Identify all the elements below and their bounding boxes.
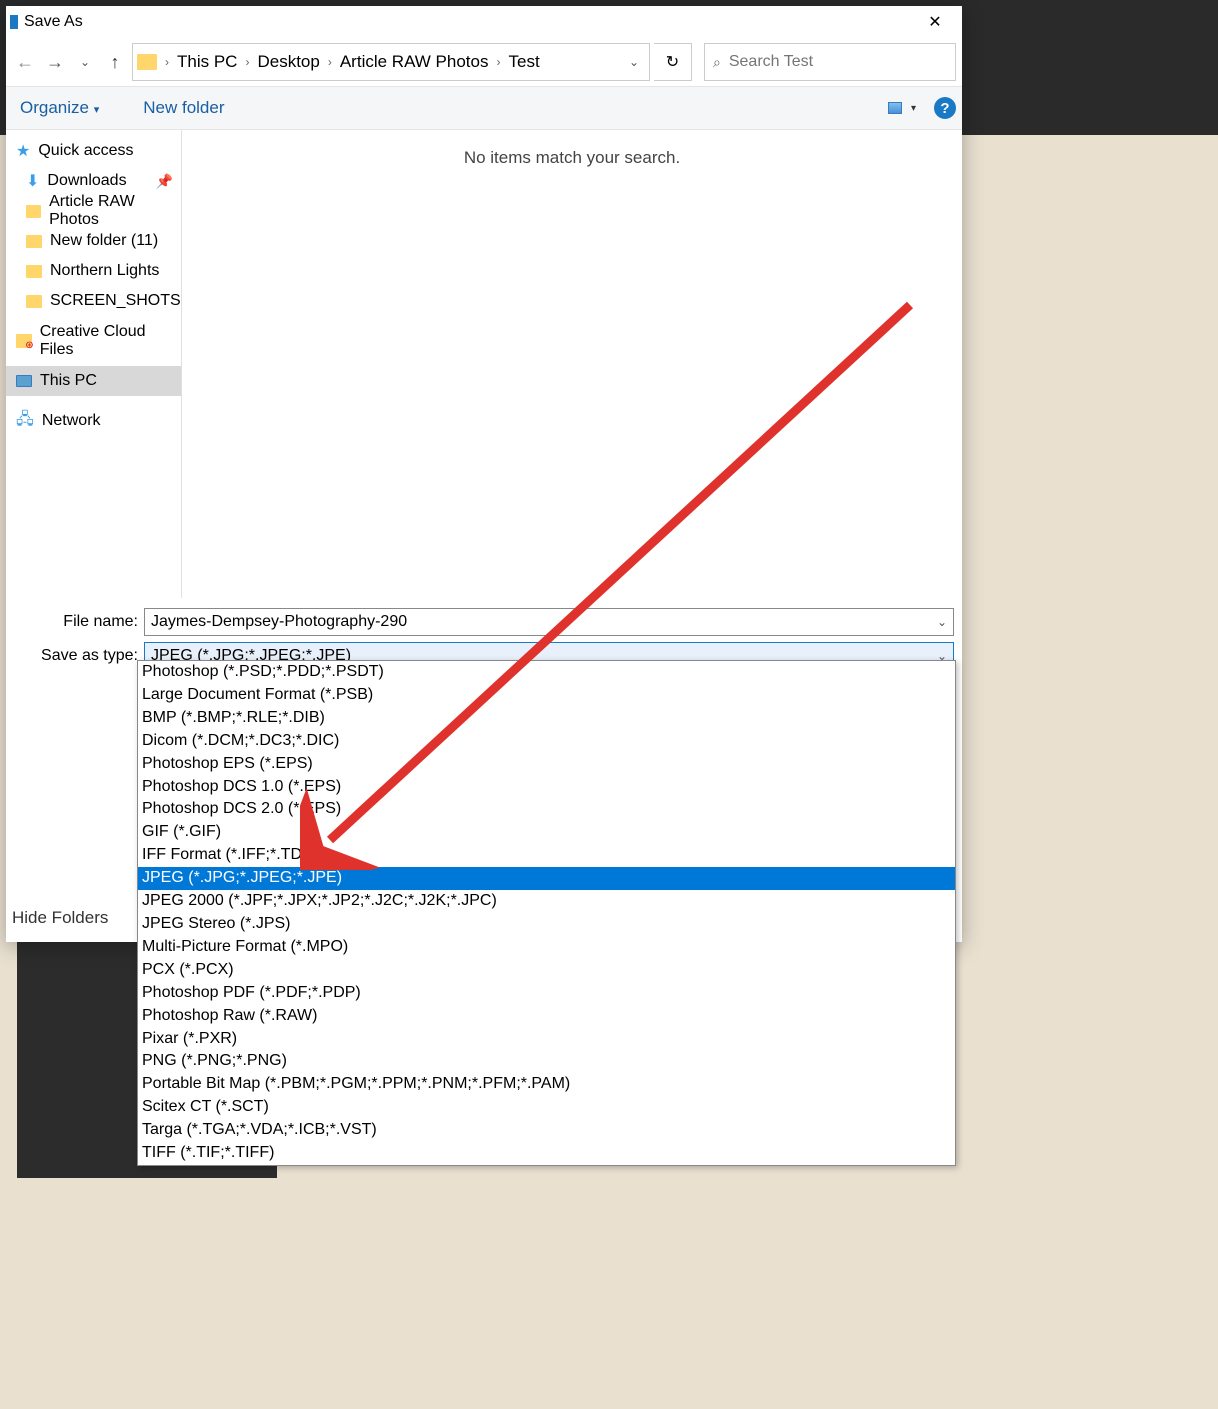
search-icon: ⌕	[713, 54, 721, 71]
sidebar-article-raw[interactable]: Article RAW Photos	[6, 196, 181, 226]
body-area: ★ Quick access ⬇ Downloads 📌 Article RAW…	[6, 130, 962, 598]
save-type-label: Save as type:	[14, 647, 144, 665]
file-list-pane: No items match your search.	[182, 130, 962, 598]
type-option[interactable]: Photoshop Raw (*.RAW)	[138, 1005, 955, 1028]
breadcrumb-segment[interactable]: Desktop	[253, 50, 323, 74]
folder-icon	[137, 54, 157, 70]
type-option[interactable]: Photoshop DCS 1.0 (*.EPS)	[138, 776, 955, 799]
app-icon	[10, 15, 18, 29]
organize-menu[interactable]: Organize ▾	[12, 94, 107, 122]
view-button[interactable]	[881, 96, 909, 120]
sidebar-item-label: Article RAW Photos	[49, 193, 181, 229]
sidebar-item-label: Northern Lights	[50, 262, 159, 280]
sidebar-item-label: New folder (11)	[50, 232, 158, 250]
window-title: Save As	[24, 13, 83, 31]
type-option[interactable]: Dicom (*.DCM;*.DC3;*.DIC)	[138, 730, 955, 753]
type-option[interactable]: Multi-Picture Format (*.MPO)	[138, 936, 955, 959]
file-name-value: Jaymes-Dempsey-Photography-290	[151, 613, 407, 631]
hide-folders-button[interactable]: Hide Folders	[12, 908, 108, 928]
view-dropdown[interactable]: ▾	[911, 103, 916, 114]
organize-label: Organize	[20, 98, 89, 117]
chevron-down-icon[interactable]: ⌄	[937, 615, 947, 629]
close-button[interactable]: ✕	[912, 6, 958, 38]
folder-icon	[26, 205, 41, 218]
recent-dropdown[interactable]: ⌄	[72, 46, 98, 78]
sidebar-northern-lights[interactable]: Northern Lights	[6, 256, 181, 286]
search-input[interactable]	[729, 53, 947, 71]
type-option[interactable]: Scitex CT (*.SCT)	[138, 1096, 955, 1119]
file-name-label: File name:	[14, 613, 144, 631]
help-button[interactable]: ?	[934, 97, 956, 119]
breadcrumb-segment[interactable]: Test	[504, 50, 543, 74]
folder-icon	[26, 235, 42, 248]
breadcrumb-segment[interactable]: Article RAW Photos	[336, 50, 493, 74]
chevron-right-icon: ›	[243, 55, 251, 69]
creative-cloud-icon	[16, 334, 32, 348]
type-option[interactable]: Targa (*.TGA;*.VDA;*.ICB;*.VST)	[138, 1119, 955, 1142]
forward-button[interactable]: →	[42, 46, 68, 78]
save-type-dropdown[interactable]: Photoshop (*.PSD;*.PDD;*.PSDT)Large Docu…	[137, 660, 956, 1166]
type-option[interactable]: Photoshop PDF (*.PDF;*.PDP)	[138, 982, 955, 1005]
search-box[interactable]: ⌕	[704, 43, 956, 81]
download-icon: ⬇	[26, 171, 39, 191]
chevron-right-icon: ›	[494, 55, 502, 69]
type-option[interactable]: PCX (*.PCX)	[138, 959, 955, 982]
sidebar-downloads[interactable]: ⬇ Downloads 📌	[6, 166, 181, 196]
sidebar-creative-cloud[interactable]: Creative Cloud Files	[6, 326, 181, 356]
type-option[interactable]: JPEG 2000 (*.JPF;*.JPX;*.JP2;*.J2C;*.J2K…	[138, 890, 955, 913]
pc-icon	[16, 375, 32, 387]
type-option[interactable]: Portable Bit Map (*.PBM;*.PGM;*.PPM;*.PN…	[138, 1073, 955, 1096]
sidebar-item-label: Downloads	[47, 172, 126, 190]
sidebar-quick-access[interactable]: ★ Quick access	[6, 136, 181, 166]
network-icon: 🖧	[16, 408, 34, 435]
view-icon	[888, 102, 902, 114]
sidebar-network[interactable]: 🖧 Network	[6, 406, 181, 436]
chevron-right-icon: ›	[326, 55, 334, 69]
file-name-field[interactable]: Jaymes-Dempsey-Photography-290 ⌄	[144, 608, 954, 636]
pin-icon: 📌	[156, 173, 173, 190]
sidebar-item-label: Quick access	[38, 142, 133, 160]
new-folder-button[interactable]: New folder	[135, 94, 232, 122]
type-option[interactable]: JPEG Stereo (*.JPS)	[138, 913, 955, 936]
type-option[interactable]: JPEG (*.JPG;*.JPEG;*.JPE)	[138, 867, 955, 890]
sidebar-item-label: This PC	[40, 372, 97, 390]
type-option[interactable]: Photoshop DCS 2.0 (*.EPS)	[138, 798, 955, 821]
sidebar-this-pc[interactable]: This PC	[6, 366, 181, 396]
empty-message: No items match your search.	[464, 148, 680, 167]
type-option[interactable]: IFF Format (*.IFF;*.TDI)	[138, 844, 955, 867]
type-option[interactable]: Large Document Format (*.PSB)	[138, 684, 955, 707]
sidebar: ★ Quick access ⬇ Downloads 📌 Article RAW…	[6, 130, 182, 598]
refresh-button[interactable]: ↻	[654, 43, 692, 81]
back-button[interactable]: ←	[12, 46, 38, 78]
folder-icon	[26, 295, 42, 308]
type-option[interactable]: BMP (*.BMP;*.RLE;*.DIB)	[138, 707, 955, 730]
sidebar-item-label: Network	[42, 412, 101, 430]
type-option[interactable]: Pixar (*.PXR)	[138, 1028, 955, 1051]
address-dropdown[interactable]: ⌄	[623, 55, 645, 69]
nav-bar: ← → ⌄ ↑ › This PC › Desktop › Article RA…	[6, 38, 962, 86]
sidebar-item-label: SCREEN_SHOTS	[50, 292, 181, 310]
type-option[interactable]: Photoshop EPS (*.EPS)	[138, 753, 955, 776]
sidebar-item-label: Creative Cloud Files	[40, 323, 181, 359]
toolbar: Organize ▾ New folder ▾ ?	[6, 86, 962, 130]
sidebar-new-folder-11[interactable]: New folder (11)	[6, 226, 181, 256]
sidebar-screen-shots[interactable]: SCREEN_SHOTS	[6, 286, 181, 316]
star-icon: ★	[16, 141, 30, 161]
type-option[interactable]: Photoshop (*.PSD;*.PDD;*.PSDT)	[138, 661, 955, 684]
chevron-right-icon: ›	[163, 55, 171, 69]
type-option[interactable]: PNG (*.PNG;*.PNG)	[138, 1050, 955, 1073]
title-bar: Save As ✕	[6, 6, 962, 38]
address-bar[interactable]: › This PC › Desktop › Article RAW Photos…	[132, 43, 650, 81]
breadcrumb-segment[interactable]: This PC	[173, 50, 241, 74]
folder-icon	[26, 265, 42, 278]
type-option[interactable]: GIF (*.GIF)	[138, 821, 955, 844]
up-button[interactable]: ↑	[102, 46, 128, 78]
type-option[interactable]: TIFF (*.TIF;*.TIFF)	[138, 1142, 955, 1165]
